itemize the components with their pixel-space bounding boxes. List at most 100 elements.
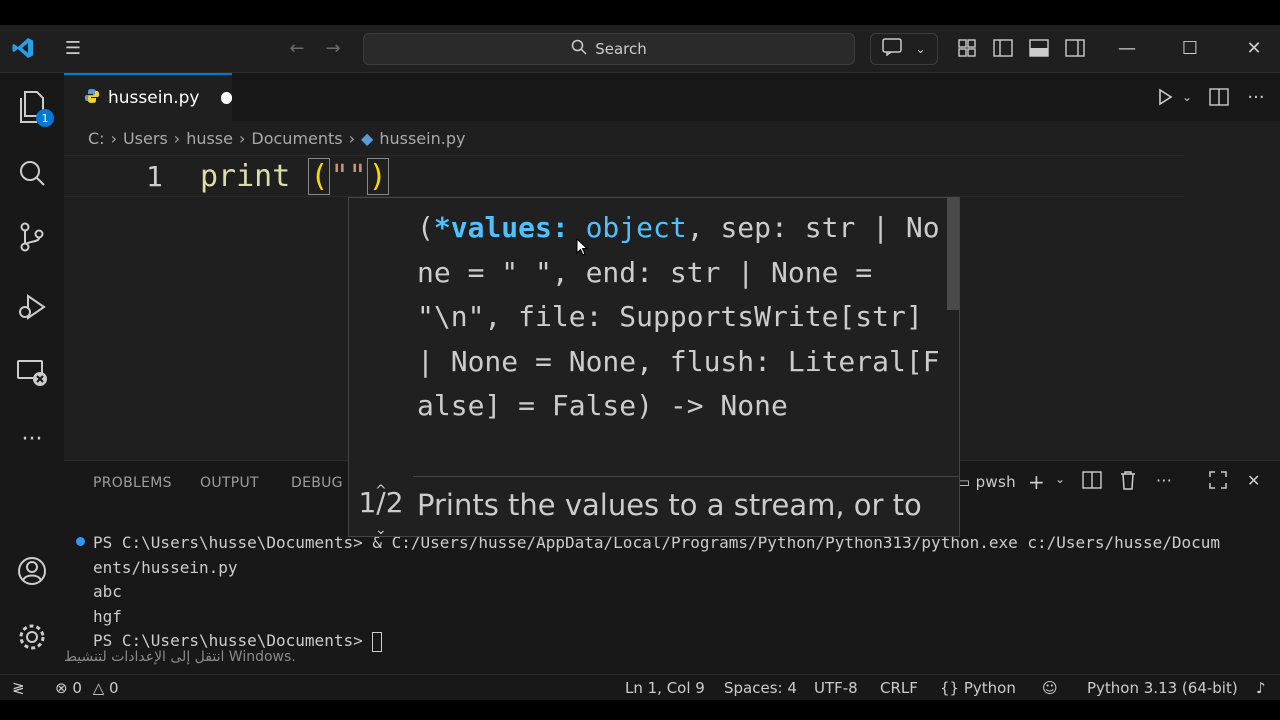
function-doc: Prints the values to a stream, or to bbox=[417, 488, 922, 522]
function-signature: (*values: object, sep: str | None = " ",… bbox=[417, 206, 947, 429]
error-icon: ⊗ bbox=[55, 679, 68, 697]
chevron-down-icon[interactable]: ⌄ bbox=[915, 42, 925, 56]
parameter-hints-widget: (*values: object, sep: str | None = " ",… bbox=[348, 197, 960, 538]
indentation[interactable]: Spaces: 4 bbox=[724, 679, 797, 697]
sig-active-param: *values: bbox=[433, 211, 569, 244]
braces-icon: {} bbox=[940, 679, 960, 697]
search-label: Search bbox=[595, 40, 647, 58]
run-debug-icon[interactable] bbox=[12, 287, 52, 327]
current-line: 1 print ("") bbox=[64, 155, 1184, 197]
windows-activation-watermark: انتقل إلى الإعدادات لتنشيط Windows. bbox=[64, 649, 296, 665]
trash-icon[interactable] bbox=[1119, 470, 1137, 494]
error-count: 0 bbox=[72, 679, 82, 697]
terminal-shell-selector[interactable]: ▭ pwsh bbox=[956, 473, 1016, 491]
manage-gear-icon[interactable] bbox=[12, 617, 52, 657]
notifications-bell-icon[interactable]: ♪ bbox=[1256, 679, 1266, 697]
source-control-icon[interactable] bbox=[12, 217, 52, 257]
activity-bar: 1 ··· bbox=[0, 73, 64, 674]
more-actions-icon[interactable]: ··· bbox=[1156, 471, 1172, 490]
terminal-dropdown-chevron-icon[interactable]: ⌄ bbox=[1055, 472, 1065, 486]
close-panel-icon[interactable]: ✕ bbox=[1247, 471, 1261, 490]
title-bar: ☰ ← → Search ⌄ — ☐ ✕ bbox=[0, 25, 1280, 73]
code-string: "" bbox=[330, 159, 367, 194]
copilot-button[interactable]: ⌄ bbox=[870, 33, 938, 65]
chevron-right-icon: › bbox=[110, 128, 117, 148]
breadcrumb-users[interactable]: Users bbox=[123, 129, 168, 148]
copilot-chat-icon bbox=[882, 38, 904, 60]
cursor-position[interactable]: Ln 1, Col 9 bbox=[625, 679, 705, 697]
code-line[interactable]: print ("") bbox=[200, 158, 389, 195]
tab-hussein-py[interactable]: hussein.py bbox=[64, 73, 232, 121]
split-terminal-icon[interactable] bbox=[1082, 471, 1102, 493]
terminal-output[interactable]: PS C:\Users\husse\Documents> & C:/Users/… bbox=[93, 531, 1220, 654]
more-views-icon[interactable]: ··· bbox=[12, 419, 52, 459]
signature-counter: 1/2 bbox=[358, 486, 404, 519]
editor-tab-bar: hussein.py ⌄ ··· bbox=[64, 73, 1280, 121]
tab-output[interactable]: OUTPUT bbox=[200, 475, 259, 491]
run-options-chevron-icon[interactable]: ⌄ bbox=[1172, 82, 1202, 112]
warning-icon: △ bbox=[92, 679, 105, 697]
customize-layout-icon[interactable] bbox=[952, 33, 982, 63]
menu-icon[interactable]: ☰ bbox=[58, 33, 88, 63]
hover-divider bbox=[413, 476, 959, 477]
terminal-cursor bbox=[372, 631, 383, 652]
python-interpreter[interactable]: Python 3.13 (64-bit) bbox=[1087, 679, 1238, 697]
toggle-secondary-sidebar-icon[interactable] bbox=[1060, 33, 1090, 63]
python-file-icon: ◆ bbox=[361, 128, 374, 148]
command-center-search[interactable]: Search bbox=[363, 33, 855, 65]
tab-problems[interactable]: PROBLEMS bbox=[93, 475, 172, 491]
chevron-right-icon: › bbox=[173, 128, 181, 148]
breadcrumb-documents[interactable]: Documents bbox=[251, 129, 342, 148]
mouse-pointer-icon bbox=[576, 237, 589, 260]
code-open-paren: ( bbox=[308, 158, 331, 195]
remote-indicator-icon[interactable]: ≷ bbox=[12, 679, 25, 697]
next-signature-icon[interactable]: ⌄ bbox=[375, 522, 387, 538]
more-actions-icon[interactable]: ··· bbox=[1241, 82, 1271, 112]
breadcrumb-file[interactable]: hussein.py bbox=[379, 129, 465, 148]
vscode-logo-icon bbox=[8, 33, 38, 63]
explorer-icon[interactable]: 1 bbox=[12, 87, 54, 127]
terminal-line: ents/hussein.py bbox=[93, 557, 238, 577]
new-terminal-icon[interactable]: + bbox=[1028, 470, 1045, 494]
back-arrow-icon[interactable]: ← bbox=[282, 33, 312, 63]
toggle-primary-sidebar-icon[interactable] bbox=[988, 33, 1018, 63]
terminal-shell-name: pwsh bbox=[975, 473, 1016, 491]
forward-arrow-icon[interactable]: → bbox=[318, 33, 348, 63]
breadcrumb-husse[interactable]: husse bbox=[186, 129, 233, 148]
line-number: 1 bbox=[146, 160, 163, 193]
maximize-panel-icon[interactable] bbox=[1209, 471, 1227, 493]
language-mode[interactable]: {} Python bbox=[940, 679, 1016, 697]
copilot-status-icon[interactable]: ☺ bbox=[1042, 679, 1058, 697]
account-icon[interactable] bbox=[12, 551, 52, 591]
search-icon[interactable] bbox=[12, 153, 52, 193]
breadcrumb-drive[interactable]: C: bbox=[88, 129, 105, 148]
terminal-line: abc bbox=[93, 582, 122, 601]
line-endings[interactable]: CRLF bbox=[880, 679, 918, 697]
unsaved-dot-icon[interactable] bbox=[221, 92, 232, 104]
sig-open-paren: ( bbox=[417, 211, 434, 244]
terminal-line: hgf bbox=[93, 606, 122, 626]
problems-indicator[interactable]: ⊗ 0 △ 0 bbox=[55, 679, 119, 697]
maximize-icon[interactable]: ☐ bbox=[1175, 33, 1205, 63]
chevron-right-icon: › bbox=[348, 128, 356, 148]
python-file-icon bbox=[84, 88, 100, 109]
explorer-badge: 1 bbox=[36, 109, 54, 127]
split-editor-icon[interactable] bbox=[1204, 82, 1234, 112]
command-status-dot-icon bbox=[76, 537, 85, 546]
warning-count: 0 bbox=[109, 679, 119, 697]
code-close-paren: ) bbox=[366, 158, 389, 195]
close-icon[interactable]: ✕ bbox=[1239, 33, 1269, 63]
encoding[interactable]: UTF-8 bbox=[814, 679, 858, 697]
minimize-icon[interactable]: — bbox=[1112, 33, 1142, 63]
toggle-panel-icon[interactable] bbox=[1024, 33, 1054, 63]
status-bar: ≷ ⊗ 0 △ 0 Ln 1, Col 9 Spaces: 4 UTF-8 CR… bbox=[0, 674, 1280, 700]
breadcrumb: C: › Users › husse › Documents › ◆ husse… bbox=[64, 121, 1280, 155]
terminal-prompt: PS C:\Users\husse\Documents> bbox=[93, 631, 373, 650]
search-icon bbox=[571, 39, 587, 59]
hover-scrollbar[interactable] bbox=[947, 198, 959, 310]
tab-filename: hussein.py bbox=[108, 88, 200, 108]
language-name: Python bbox=[963, 679, 1016, 697]
chevron-right-icon: › bbox=[238, 128, 246, 148]
remote-explorer-icon[interactable] bbox=[12, 353, 52, 393]
code-function: print bbox=[200, 159, 309, 194]
